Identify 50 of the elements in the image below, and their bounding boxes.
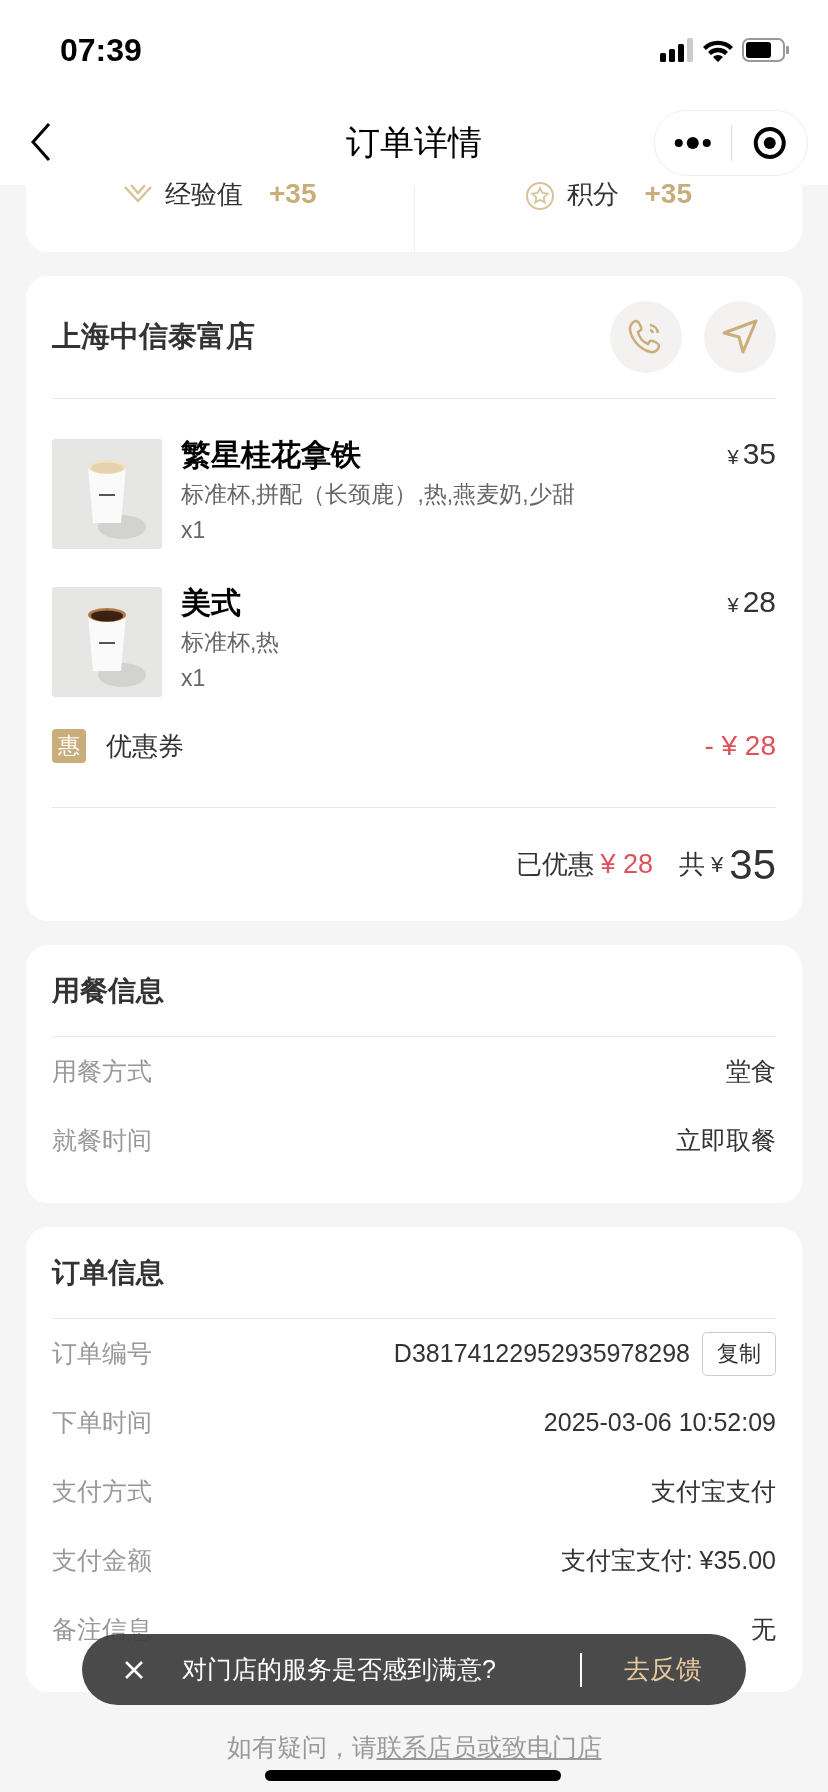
coupon-badge: 惠	[52, 729, 86, 763]
reward-label: 积分	[566, 181, 619, 207]
store-name: 上海中信泰富店	[52, 319, 256, 354]
copy-button[interactable]: 复制	[702, 1331, 776, 1376]
field-label: 就餐时间	[52, 1125, 153, 1156]
field-label: 用餐方式	[52, 1056, 153, 1087]
item-name: 繁星桂花拿铁	[181, 437, 362, 473]
coupon-label: 优惠券	[106, 729, 185, 763]
item-options: 标准杯,拼配（长颈鹿）,热,燕麦奶,少甜	[181, 479, 728, 509]
reward-value: +35	[644, 181, 692, 207]
field-value: 支付宝支付: ¥35.00	[560, 1545, 776, 1576]
field-value: 2025-03-06 10:52:09	[543, 1408, 776, 1437]
wifi-icon	[702, 38, 734, 62]
field-label: 支付方式	[52, 1476, 153, 1507]
help-text: 如有疑问，请联系店员或致电门店	[225, 1732, 603, 1762]
field-label: 支付金额	[52, 1545, 153, 1576]
status-time: 07:39	[60, 31, 142, 69]
currency-symbol: ¥	[727, 446, 739, 469]
item-price: 35	[742, 437, 776, 471]
field-label: 下单时间	[52, 1407, 153, 1438]
reward-label: 经验值	[165, 181, 243, 207]
section-title: 订单信息	[52, 1227, 776, 1319]
close-button[interactable]	[124, 1659, 144, 1680]
currency-symbol: ¥	[711, 851, 724, 878]
total-label: 共	[679, 848, 706, 881]
item-options: 标准杯,热	[181, 627, 728, 657]
coupon-amount: - ¥ 28	[704, 730, 776, 762]
currency-symbol: ¥	[727, 594, 739, 617]
item-price: 28	[742, 585, 776, 619]
total-amount: 35	[729, 840, 776, 889]
field-value: 支付宝支付	[651, 1476, 776, 1507]
signal-icon	[660, 38, 694, 62]
close-icon	[124, 1659, 144, 1680]
toast-message: 对门店的服务是否感到满意?	[182, 1654, 496, 1685]
back-icon[interactable]	[30, 122, 52, 162]
item-name: 美式	[181, 585, 242, 621]
item-quantity: x1	[181, 664, 207, 693]
section-title: 用餐信息	[52, 945, 776, 1037]
field-value: 堂食	[726, 1056, 776, 1087]
battery-icon	[742, 38, 790, 62]
reward-value: +35	[269, 181, 317, 207]
field-value: D38174122952935978298	[393, 1339, 690, 1368]
feedback-link[interactable]: 去反馈	[624, 1652, 702, 1687]
discount-amount: ¥ 28	[600, 849, 654, 880]
page-title: 订单详情	[346, 121, 482, 163]
discount-label: 已优惠	[516, 848, 595, 881]
field-value: 立即取餐	[676, 1125, 776, 1156]
field-label: 订单编号	[52, 1338, 153, 1369]
item-quantity: x1	[181, 516, 207, 545]
field-value: 无	[751, 1614, 776, 1645]
